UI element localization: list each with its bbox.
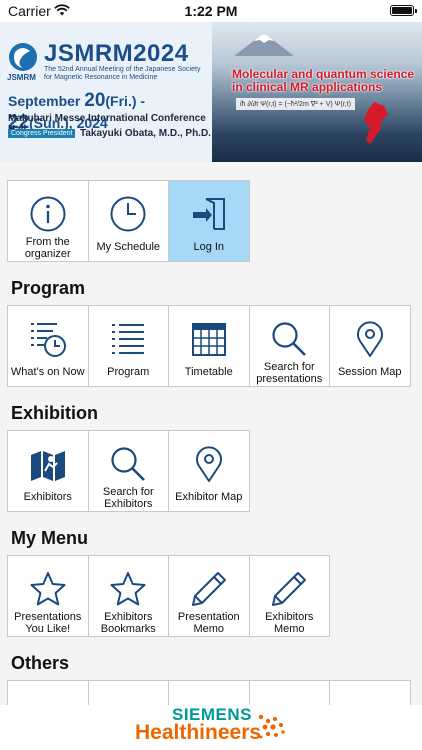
president-badge: Congress President <box>8 129 76 138</box>
healthineers-wordmark: Healthineers <box>135 721 262 744</box>
date-start-day: (Fri.) <box>105 93 137 109</box>
tile-from-the-organizer[interactable]: From the organizer <box>7 180 89 262</box>
tile-label: Exhibitors <box>23 491 72 503</box>
tile-presentations-you-like[interactable]: Presentations You Like! <box>7 555 89 637</box>
star-icon <box>30 572 66 606</box>
tile-others-5[interactable] <box>329 680 411 705</box>
star-icon <box>110 572 146 606</box>
others-tile-row <box>7 680 411 705</box>
healthineers-dots-icon <box>258 714 285 739</box>
list-clock-icon <box>30 323 66 357</box>
exhibition-tile-row: Exhibitors Search for Exhibitors Exhibit… <box>7 430 250 512</box>
mount-fuji-icon <box>234 34 294 56</box>
tile-label: Presentations You Like! <box>14 611 82 635</box>
conference-banner[interactable]: JSMRM JSMRM2024 The 52nd Annual Meeting … <box>0 22 422 162</box>
tile-label: My Schedule <box>96 241 161 253</box>
tile-others-1[interactable] <box>7 680 89 705</box>
tile-exhibitors-bookmarks[interactable]: Exhibitors Bookmarks <box>87 555 169 637</box>
info-icon <box>30 196 66 232</box>
map-pin-icon <box>356 321 383 357</box>
schrodinger-formula: iħ ∂/∂t Ψ(r,t) = (−ħ²/2m ∇² + V) Ψ(r,t) <box>236 98 356 110</box>
tile-timetable[interactable]: Timetable <box>168 305 250 387</box>
clock-time: 1:22 PM <box>184 3 238 19</box>
status-bar: Carrier 1:22 PM <box>0 0 422 22</box>
president-name: Takayuki Obata, M.D., Ph.D. <box>80 128 211 139</box>
tile-label: Presentation Memo <box>177 611 240 635</box>
tile-others-4[interactable] <box>248 680 330 705</box>
section-title-exhibition: Exhibition <box>11 403 98 423</box>
tile-session-map[interactable]: Session Map <box>329 305 411 387</box>
search-icon <box>272 322 307 356</box>
top-tile-row: From the organizer My Schedule Log In <box>7 180 250 262</box>
clock-icon <box>110 196 146 232</box>
list-icon <box>112 324 145 354</box>
section-title-program: Program <box>11 278 86 298</box>
tile-label: Timetable <box>184 366 233 378</box>
tile-others-2[interactable] <box>87 680 169 705</box>
tile-label: What's on Now <box>10 366 85 378</box>
menu-content[interactable]: From the organizer My Schedule Log In Pr… <box>0 162 422 705</box>
section-title-others: Others <box>11 653 70 673</box>
tile-label: Program <box>107 366 150 378</box>
tile-label: Session Map <box>337 366 402 378</box>
tile-presentation-memo[interactable]: Presentation Memo <box>168 555 250 637</box>
login-icon <box>192 198 225 230</box>
pencil-icon <box>272 572 307 606</box>
tile-label: Exhibitors Memo <box>265 611 314 635</box>
tile-whats-on-now[interactable]: What's on Now <box>7 305 89 387</box>
my-menu-tile-row: Presentations You Like! Exhibitors Bookm… <box>7 555 330 637</box>
tile-others-3[interactable] <box>168 680 250 705</box>
tile-exhibitors-memo[interactable]: Exhibitors Memo <box>248 555 330 637</box>
battery-icon <box>390 5 417 16</box>
sponsor-banner[interactable]: SIEMENS Healthineers <box>0 705 422 750</box>
banner-info-panel: JSMRM JSMRM2024 The 52nd Annual Meeting … <box>0 22 212 162</box>
tile-label: Exhibitors Bookmarks <box>100 611 156 635</box>
tile-log-in[interactable]: Log In <box>168 180 250 262</box>
calendar-grid-icon <box>191 323 226 356</box>
section-title-my-menu: My Menu <box>11 528 89 548</box>
tile-exhibitors[interactable]: Exhibitors <box>7 430 89 512</box>
tile-label: Search for Exhibitors <box>102 486 154 510</box>
tile-program[interactable]: Program <box>87 305 169 387</box>
dates-prefix: September <box>8 93 85 109</box>
tile-search-exhibitors[interactable]: Search for Exhibitors <box>87 430 169 512</box>
exhibitor-map-icon <box>30 451 65 481</box>
conference-theme: Molecular and quantum science in clinica… <box>232 67 415 94</box>
jsmrm-logo-icon <box>9 43 37 71</box>
tile-my-schedule[interactable]: My Schedule <box>87 180 169 262</box>
pencil-icon <box>191 572 226 606</box>
conference-subtitle: The 52nd Annual Meeting of the Japanese … <box>44 66 201 81</box>
search-icon <box>111 447 146 481</box>
banner-image-panel: Molecular and quantum science in clinica… <box>212 22 422 162</box>
tile-label: Search for presentations <box>256 361 323 385</box>
tile-label: Exhibitor Map <box>175 491 243 503</box>
chiba-map-icon <box>364 102 388 144</box>
tile-exhibitor-map[interactable]: Exhibitor Map <box>168 430 250 512</box>
conference-title: JSMRM2024 <box>44 40 189 67</box>
logo-text: JSMRM <box>7 73 36 82</box>
map-pin-icon <box>195 446 222 482</box>
tile-label: Log In <box>193 241 225 253</box>
tile-search-presentations[interactable]: Search for presentations <box>248 305 330 387</box>
program-tile-row: What's on Now Program Timetable Search f… <box>7 305 411 387</box>
date-separator: - <box>136 93 146 109</box>
tile-label: From the organizer <box>24 236 71 260</box>
date-start: 20 <box>84 90 106 111</box>
